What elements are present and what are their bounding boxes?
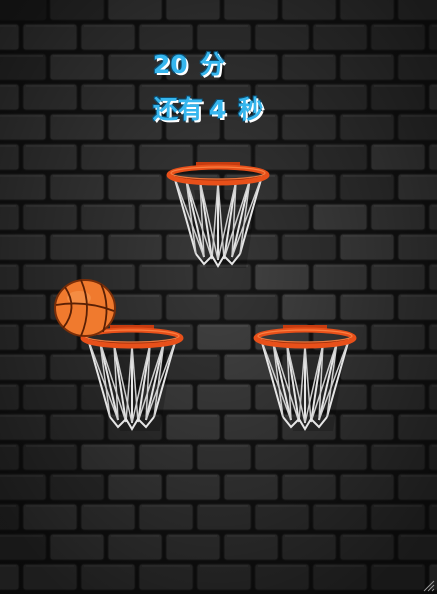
- hoop-top[interactable]: [166, 160, 270, 272]
- timer-value: 4: [208, 95, 227, 124]
- basketball-icon[interactable]: [53, 278, 117, 338]
- timer-display: 还有 4 秒: [118, 61, 263, 155]
- timer-prefix: 还有: [152, 95, 203, 124]
- timer-unit: 秒: [238, 95, 264, 124]
- resize-grip-icon[interactable]: [423, 580, 435, 592]
- hoop-right[interactable]: [253, 323, 357, 435]
- hoop-left[interactable]: [80, 323, 184, 435]
- game-stage[interactable]: 20 分 还有 4 秒: [0, 0, 437, 594]
